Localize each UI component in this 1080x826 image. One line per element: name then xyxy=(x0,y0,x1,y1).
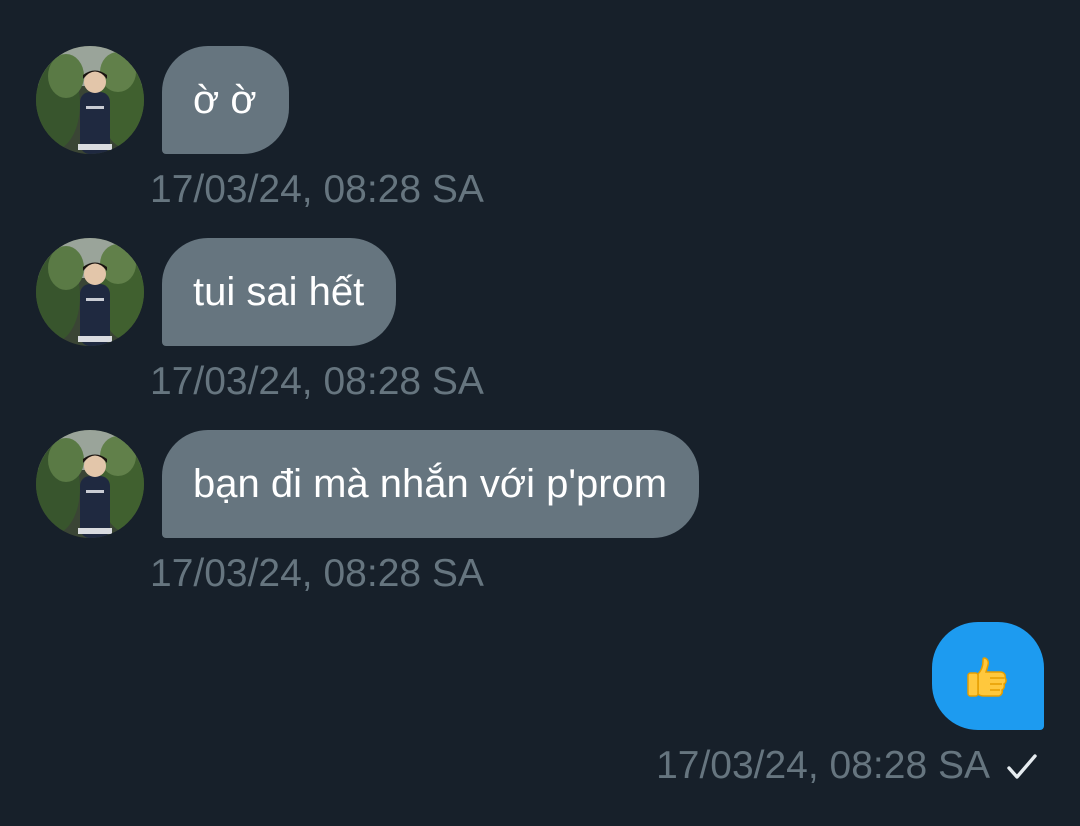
avatar-photo xyxy=(36,238,144,346)
incoming-message-bubble[interactable]: ờ ờ xyxy=(162,46,289,154)
outgoing-message-bubble[interactable] xyxy=(932,622,1044,730)
avatar[interactable] xyxy=(36,430,144,538)
message-timestamp: 17/03/24, 08:28 SA xyxy=(150,360,484,403)
checkmark-icon xyxy=(1004,749,1040,785)
incoming-message-bubble[interactable]: bạn đi mà nhắn với p'prom xyxy=(162,430,700,538)
thumbs-up-icon xyxy=(967,657,1007,697)
incoming-message: bạn đi mà nhắn với p'prom 17/03/24, 08:2… xyxy=(36,430,936,600)
message-thread: ờ ờ 17/03/24, 08:28 SA tui sai hết 17/03… xyxy=(0,0,1080,826)
outgoing-message: 17/03/24, 08:28 SA xyxy=(444,622,1044,792)
message-timestamp: 17/03/24, 08:28 SA xyxy=(150,552,484,595)
avatar-photo xyxy=(36,46,144,154)
incoming-message-bubble[interactable]: tui sai hết xyxy=(162,238,397,346)
message-timestamp: 17/03/24, 08:28 SA xyxy=(656,744,990,787)
avatar[interactable] xyxy=(36,238,144,346)
message-timestamp: 17/03/24, 08:28 SA xyxy=(150,168,484,211)
avatar[interactable] xyxy=(36,46,144,154)
incoming-message: ờ ờ 17/03/24, 08:28 SA xyxy=(36,46,936,216)
avatar-photo xyxy=(36,430,144,538)
incoming-message: tui sai hết 17/03/24, 08:28 SA xyxy=(36,238,936,408)
